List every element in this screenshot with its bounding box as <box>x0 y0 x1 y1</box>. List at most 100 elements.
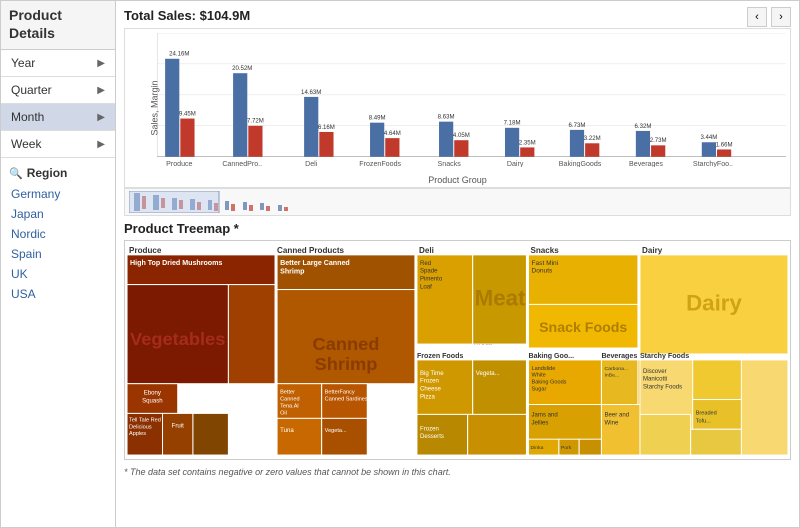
svg-text:Cheese: Cheese <box>420 387 442 393</box>
svg-text:Canned Products: Canned Products <box>277 246 345 255</box>
svg-text:6.32M: 6.32M <box>635 123 652 130</box>
svg-text:Dairy: Dairy <box>507 160 524 167</box>
svg-text:Snacks: Snacks <box>438 160 462 167</box>
filter-year[interactable]: Year ▶ <box>1 50 115 77</box>
sidebar: Product Details Year ▶ Quarter ▶ Month ▶ <box>1 1 116 527</box>
svg-text:Pimento: Pimento <box>420 277 443 283</box>
svg-text:Loaf: Loaf <box>420 285 432 291</box>
svg-text:Frozen: Frozen <box>420 426 439 432</box>
svg-text:Snack Foods: Snack Foods <box>539 319 627 335</box>
svg-text:Dairy: Dairy <box>686 291 743 316</box>
svg-text:9.45M: 9.45M <box>179 110 196 117</box>
svg-text:Shrimp: Shrimp <box>280 269 304 276</box>
svg-text:Dinka: Dinka <box>530 445 543 451</box>
svg-text:2.35M: 2.35M <box>519 139 536 146</box>
bar-chart: Sales, Margin 50M 0 <box>124 28 791 188</box>
svg-text:Meat: Meat <box>475 286 526 311</box>
y-axis-label: Sales, Margin <box>150 80 160 135</box>
filter-month[interactable]: Month ▶ <box>1 104 115 131</box>
prev-button[interactable]: ‹ <box>747 7 767 27</box>
svg-text:20.52M: 20.52M <box>232 65 252 72</box>
svg-text:Frozen Foods: Frozen Foods <box>417 353 464 360</box>
svg-text:Deli: Deli <box>419 246 434 255</box>
svg-text:Starchy Foods: Starchy Foods <box>640 353 689 360</box>
mini-chart-svg <box>129 191 786 213</box>
svg-text:Spade: Spade <box>420 269 438 275</box>
svg-text:Pizza: Pizza <box>420 395 436 401</box>
svg-text:4.64M: 4.64M <box>384 130 401 137</box>
region-spain[interactable]: Spain <box>1 244 115 264</box>
svg-text:Dairy: Dairy <box>642 246 663 255</box>
svg-text:Breaded: Breaded <box>696 410 717 416</box>
svg-text:Jams and: Jams and <box>532 412 558 418</box>
svg-text:Starchy Foods: Starchy Foods <box>643 385 682 391</box>
svg-text:High Top Dried Mushrooms: High Top Dried Mushrooms <box>130 260 222 267</box>
svg-text:Big Time: Big Time <box>420 371 444 377</box>
svg-text:Jellies: Jellies <box>532 420 549 426</box>
svg-text:Canned: Canned <box>280 397 299 403</box>
svg-text:White: White <box>532 373 546 379</box>
svg-text:Canned Sardines: Canned Sardines <box>325 397 368 403</box>
treemap-note: * The data set contains negative or zero… <box>124 467 451 477</box>
svg-text:8.49M: 8.49M <box>369 115 386 122</box>
svg-text:7.18M: 7.18M <box>504 120 521 127</box>
svg-text:Beverages: Beverages <box>629 160 663 167</box>
svg-text:Better: Better <box>280 390 295 396</box>
svg-text:2.73M: 2.73M <box>650 137 667 144</box>
svg-text:Fruit: Fruit <box>172 423 184 429</box>
svg-text:CannedPro..: CannedPro.. <box>222 160 262 167</box>
svg-text:Delicious: Delicious <box>129 424 152 430</box>
svg-text:4.05M: 4.05M <box>453 132 470 139</box>
svg-text:Deli: Deli <box>305 160 318 167</box>
svg-text:Desserts: Desserts <box>420 434 444 440</box>
svg-text:Manicotti: Manicotti <box>643 377 667 383</box>
region-usa[interactable]: USA <box>1 284 115 304</box>
svg-text:Canned: Canned <box>313 334 380 354</box>
region-section: 🔍 Region Germany Japan Nordic Spain UK U… <box>1 158 115 527</box>
chart-title: Total Sales: $104.9M <box>124 8 250 23</box>
svg-text:14.63M: 14.63M <box>301 89 321 96</box>
svg-text:Sugar: Sugar <box>532 387 547 393</box>
svg-text:Carbona...: Carbona... <box>604 366 628 372</box>
svg-text:Landslide: Landslide <box>532 366 556 372</box>
svg-text:Pork: Pork <box>561 445 572 451</box>
svg-text:Vegeta...: Vegeta... <box>476 371 500 377</box>
svg-text:3.22M: 3.22M <box>584 135 601 142</box>
treemap-svg: Produce Canned Products Deli Snacks Dair… <box>125 241 790 459</box>
svg-text:Squash: Squash <box>142 399 163 405</box>
svg-text:Vegeta...: Vegeta... <box>325 428 347 434</box>
search-icon: 🔍 <box>9 167 23 180</box>
next-button[interactable]: › <box>771 7 791 27</box>
region-germany[interactable]: Germany <box>1 184 115 204</box>
x-axis-label: Product Group <box>428 175 487 185</box>
svg-text:3.44M: 3.44M <box>700 134 717 141</box>
region-header: 🔍 Region <box>1 162 115 184</box>
region-uk[interactable]: UK <box>1 264 115 284</box>
svg-text:BakingGoods: BakingGoods <box>559 160 602 167</box>
region-nordic[interactable]: Nordic <box>1 224 115 244</box>
svg-text:Beverages: Beverages <box>601 353 637 360</box>
filter-quarter[interactable]: Quarter ▶ <box>1 77 115 104</box>
svg-text:Oil: Oil <box>280 410 287 416</box>
svg-text:Ebony: Ebony <box>144 391 161 397</box>
mini-chart[interactable] <box>124 188 791 216</box>
treemap-title: Product Treemap * <box>124 221 239 236</box>
svg-text:6.16M: 6.16M <box>318 124 335 131</box>
svg-text:Wine: Wine <box>604 420 618 426</box>
svg-text:Donuts: Donuts <box>532 268 554 275</box>
svg-text:24.16M: 24.16M <box>169 51 189 58</box>
svg-text:StarchyFoo..: StarchyFoo.. <box>693 160 733 167</box>
svg-text:Baking Goods: Baking Goods <box>532 380 567 386</box>
svg-text:Shrimp: Shrimp <box>315 354 378 374</box>
svg-text:1.66M: 1.66M <box>716 141 733 148</box>
svg-text:BetterFancy: BetterFancy <box>325 390 355 396</box>
time-filter-nav: Year ▶ Quarter ▶ Month ▶ Week ▶ <box>1 50 115 158</box>
region-japan[interactable]: Japan <box>1 204 115 224</box>
svg-text:Beer and: Beer and <box>604 412 629 418</box>
svg-text:Vegetables: Vegetables <box>130 329 225 349</box>
svg-text:FrozenFoods: FrozenFoods <box>359 160 401 167</box>
svg-text:Red: Red <box>420 261 431 267</box>
filter-week[interactable]: Week ▶ <box>1 131 115 158</box>
svg-text:Apples: Apples <box>129 431 146 437</box>
page-title: Product Details <box>9 7 62 41</box>
